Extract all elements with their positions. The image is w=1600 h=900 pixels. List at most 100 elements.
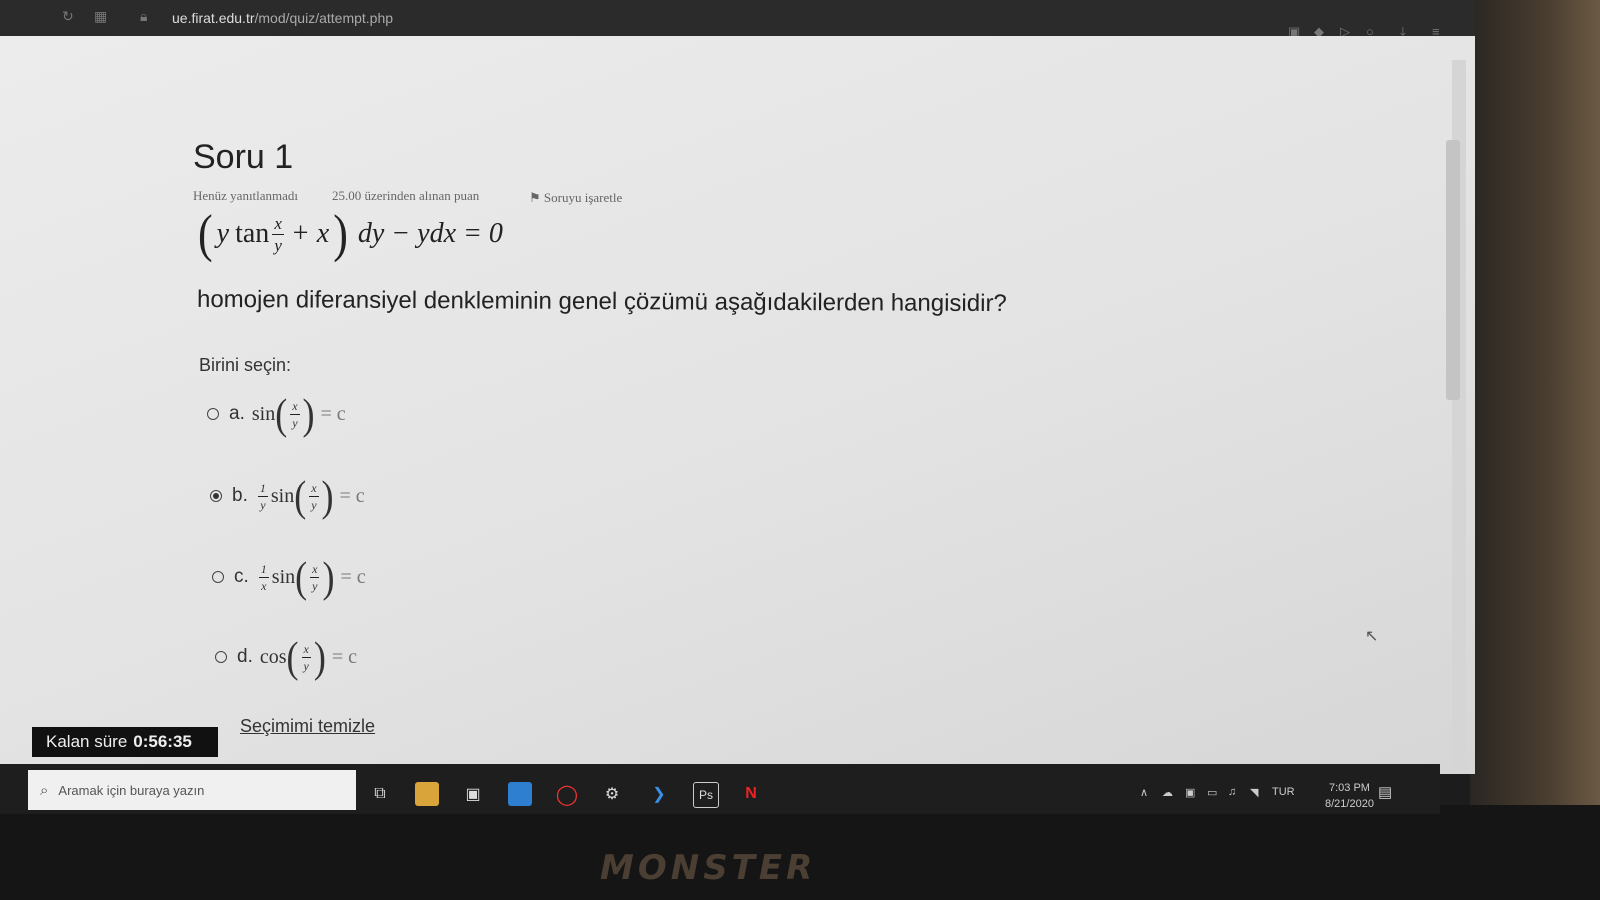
answer-option[interactable]: a. sin(x y) = c [207, 392, 352, 436]
tabs-icon[interactable]: ▦ [94, 8, 107, 25]
answer-coef-num: 1 [257, 480, 268, 497]
system-clock[interactable]: 7:03 PM 8/21/2020 [1325, 780, 1374, 812]
url-path: /mod/quiz/attempt.php [254, 10, 394, 26]
remaining-time: Kalan süre 0:56:35 [32, 727, 218, 757]
question-title: Soru 1 [193, 138, 294, 176]
store-icon[interactable]: ▣ [461, 782, 485, 806]
answer-function: sin [270, 484, 295, 507]
answer-letter: a. [229, 403, 245, 424]
cloud-icon[interactable]: ☁ [1162, 786, 1173, 799]
answer-lparen: ( [286, 633, 299, 681]
answer-fraction: xy [310, 561, 320, 593]
equation-plus-x: + x [290, 218, 330, 249]
answer-coefficient: 1x [258, 561, 269, 593]
equation-tan: tan [235, 218, 270, 249]
answer-coefficient: 1y [257, 480, 268, 512]
flag-icon: ⚑︎ [529, 190, 544, 205]
question-points: 25.00 üzerinden alınan puan [332, 188, 480, 203]
notifications-icon[interactable]: ▤ [1378, 783, 1392, 801]
monitor-bezel [1470, 0, 1600, 900]
answer-formula: 1 x sin(x y) = c [256, 555, 372, 599]
equation-frac-num: x [272, 213, 284, 235]
answer-rhs: = c [340, 565, 366, 588]
answer-fraction: xy [309, 480, 319, 511]
answer-frac-num: x [309, 480, 319, 497]
answer-formula: sin(x y) = c [251, 392, 352, 435]
opera-browser-icon[interactable]: ◯ [555, 782, 579, 806]
netflix-icon[interactable]: N [739, 782, 763, 806]
answer-radio[interactable] [212, 571, 224, 583]
answer-rhs: = c [320, 402, 346, 425]
answer-frac-num: x [290, 398, 300, 415]
question-prompt: homojen diferansiyel denkleminin genel ç… [196, 285, 1007, 318]
answer-coef-den: y [260, 497, 266, 512]
lock-icon: 🔒︎ [140, 8, 148, 24]
browser-toolbar: ↻ ▦ 🔒︎ ue.firat.edu.tr/mod/quiz/attempt.… [0, 0, 1475, 39]
taskbar-search[interactable]: ⌕ Aramak için buraya yazın [28, 770, 356, 810]
volume-icon[interactable]: ♫ [1228, 786, 1236, 798]
answer-fraction: xy [290, 398, 300, 430]
mail-icon[interactable] [508, 782, 532, 806]
file-explorer-icon[interactable] [415, 782, 439, 806]
answer-lparen: ( [275, 390, 288, 438]
laptop-brand-logo: MONSTER [600, 848, 817, 888]
answer-coef-num: 1 [258, 561, 269, 578]
flag-label: Soruyu işaretle [543, 190, 623, 205]
address-bar[interactable]: ue.firat.edu.tr/mod/quiz/attempt.php [172, 10, 393, 26]
battery-icon[interactable]: ▭ [1207, 786, 1217, 799]
answer-lparen: ( [294, 472, 307, 520]
choose-label: Birini seçin: [199, 355, 292, 375]
timer-label: Kalan süre [46, 732, 128, 751]
answer-radio[interactable] [215, 651, 227, 663]
answer-rparen: ) [322, 553, 335, 601]
equation-frac-den: y [274, 235, 282, 255]
clear-selection-link[interactable]: Seçimimi temizle [240, 716, 375, 737]
search-placeholder: Aramak için buraya yazın [58, 782, 205, 798]
answer-formula: 1 y sin(x y) = c [255, 474, 371, 518]
answer-fraction: xy [301, 643, 311, 673]
answer-rhs: = c [339, 484, 365, 507]
search-icon: ⌕ [40, 781, 49, 799]
equation-y: y [216, 218, 230, 249]
answer-function: sin [271, 565, 296, 588]
photoshop-icon[interactable]: Ps [693, 782, 719, 808]
answer-frac-den: y [312, 578, 318, 593]
answer-radio[interactable] [210, 490, 222, 502]
answer-frac-den: y [303, 658, 309, 673]
answer-function: sin [251, 402, 276, 425]
network-icon[interactable]: ◥ [1250, 786, 1258, 799]
equation-fraction: xy [272, 215, 284, 254]
url-host: ue.firat.edu.tr [172, 10, 255, 26]
equation-lparen: ( [198, 204, 213, 263]
answer-option[interactable]: d. cos(x y) = c [215, 635, 363, 679]
answer-radio[interactable] [207, 408, 219, 420]
answer-rhs: = c [331, 645, 358, 668]
answer-letter: c. [234, 566, 249, 587]
question-status: Henüz yanıtlanmadı [193, 188, 299, 203]
answer-lparen: ( [295, 553, 308, 601]
answer-frac-num: x [310, 561, 320, 578]
clock-time: 7:03 PM [1328, 782, 1370, 794]
answer-letter: b. [232, 485, 248, 506]
reload-icon[interactable]: ↻ [62, 8, 74, 25]
task-view-icon[interactable]: ⧉ [368, 782, 392, 806]
equation-rest: dy − ydx = 0 [357, 218, 503, 249]
clock-date: 8/21/2020 [1325, 798, 1374, 810]
question-equation: ( y tan xy + x ) dy − ydx = 0 [198, 207, 503, 260]
steam-icon[interactable]: ⚙ [600, 782, 624, 806]
flag-question-link[interactable]: ⚑︎ Soruyu işaretle [529, 190, 622, 206]
answer-coef-den: x [261, 578, 267, 593]
tray-chevron-icon[interactable]: ∧ [1140, 786, 1148, 799]
monitor-icon[interactable]: ▣ [1185, 786, 1195, 799]
scrollbar-thumb[interactable] [1446, 140, 1460, 400]
answer-option[interactable]: b. 1 y sin(x y) = c [210, 474, 371, 518]
answer-option[interactable]: c. 1 x sin(x y) = c [212, 555, 372, 599]
vscode-icon[interactable]: ❯ [647, 782, 671, 806]
answer-function: cos [259, 645, 287, 668]
timer-value: 0:56:35 [133, 732, 192, 751]
equation-rparen: ) [333, 204, 348, 263]
answer-frac-den: y [292, 415, 298, 430]
language-indicator[interactable]: TUR [1272, 786, 1295, 798]
answer-letter: d. [237, 646, 253, 667]
answer-formula: cos(x y) = c [259, 635, 363, 678]
